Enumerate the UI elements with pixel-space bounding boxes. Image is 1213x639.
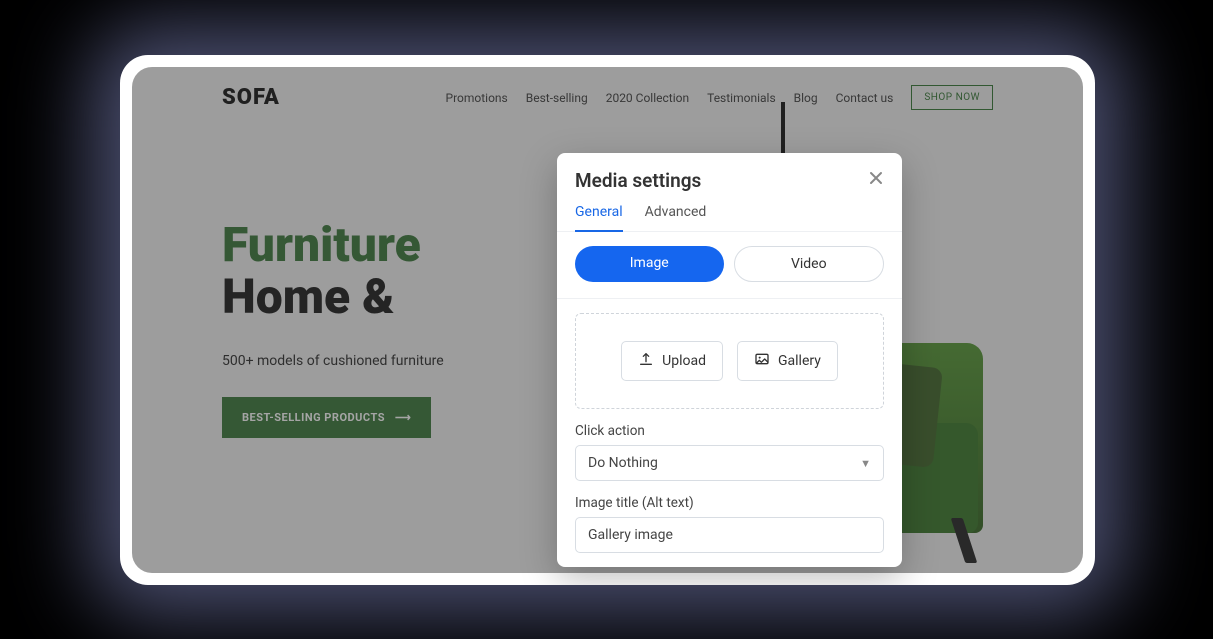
click-action-field: Click action Do Nothing ▼ <box>557 409 902 481</box>
media-type-video[interactable]: Video <box>734 246 885 282</box>
nav-collection[interactable]: 2020 Collection <box>606 91 689 105</box>
nav-promotions[interactable]: Promotions <box>446 91 508 105</box>
media-type-image[interactable]: Image <box>575 246 724 282</box>
divider <box>557 298 902 299</box>
upload-label: Upload <box>662 353 706 369</box>
gallery-icon <box>754 351 770 371</box>
upload-icon <box>638 351 654 371</box>
modal-title: Media settings <box>575 169 701 192</box>
gallery-button[interactable]: Gallery <box>737 341 838 381</box>
site-topbar: SOFA Promotions Best-selling 2020 Collec… <box>132 67 1083 110</box>
tab-advanced[interactable]: Advanced <box>645 204 707 231</box>
media-type-segment: Image Video <box>557 232 902 296</box>
hero-cta-button[interactable]: BEST-SELLING PRODUCTS ⟶ <box>222 397 431 438</box>
click-action-value: Do Nothing <box>588 455 658 471</box>
alt-text-label: Image title (Alt text) <box>575 495 884 511</box>
close-icon[interactable] <box>868 170 884 191</box>
alt-text-input[interactable] <box>575 517 884 553</box>
device-frame: SOFA Promotions Best-selling 2020 Collec… <box>120 55 1095 585</box>
chevron-down-icon: ▼ <box>860 457 871 470</box>
click-action-select[interactable]: Do Nothing ▼ <box>575 445 884 481</box>
shop-now-button[interactable]: SHOP NOW <box>911 85 993 110</box>
alt-text-field: Image title (Alt text) <box>557 481 902 553</box>
click-action-label: Click action <box>575 423 884 439</box>
tab-general[interactable]: General <box>575 204 623 232</box>
modal-header: Media settings <box>557 153 902 192</box>
nav-contact[interactable]: Contact us <box>836 91 894 105</box>
modal-tabs: General Advanced <box>557 192 902 232</box>
media-settings-modal: Media settings General Advanced Image Vi… <box>557 153 902 567</box>
media-dropzone[interactable]: Upload Gallery <box>575 313 884 409</box>
nav-blog[interactable]: Blog <box>794 91 818 105</box>
nav-testimonials[interactable]: Testimonials <box>707 91 776 105</box>
gallery-label: Gallery <box>778 353 821 369</box>
nav-best-selling[interactable]: Best-selling <box>526 91 588 105</box>
primary-nav: Promotions Best-selling 2020 Collection … <box>446 85 994 110</box>
upload-button[interactable]: Upload <box>621 341 723 381</box>
site-logo: SOFA <box>222 85 280 110</box>
arrow-right-icon: ⟶ <box>395 411 411 424</box>
hero-cta-label: BEST-SELLING PRODUCTS <box>242 411 385 424</box>
